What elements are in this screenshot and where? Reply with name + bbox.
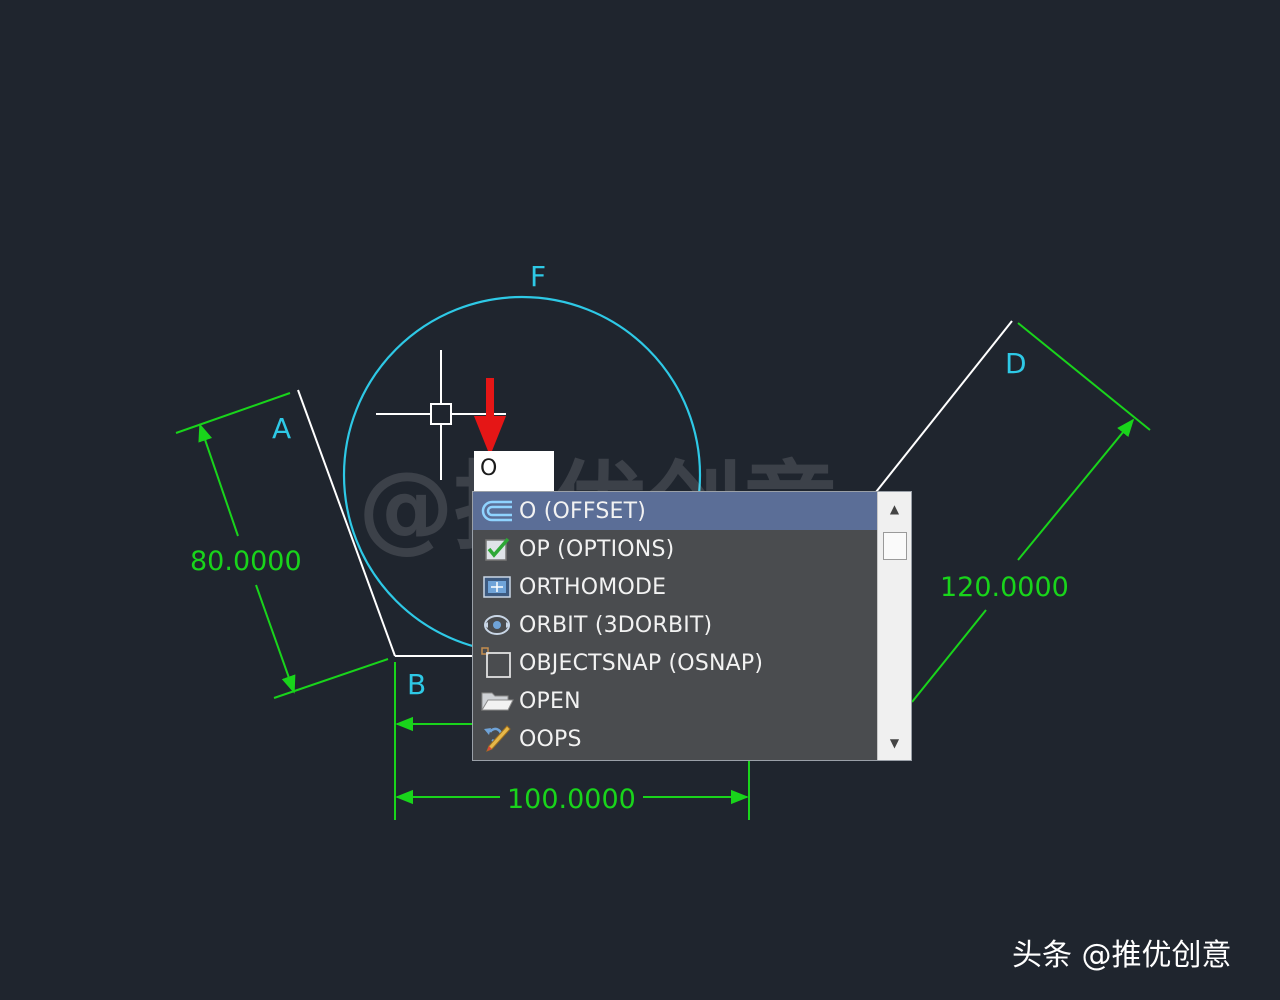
- autocomplete-list: O (OFFSET) OP (OPTIONS) ORTHOMODE ORBIT …: [473, 492, 877, 758]
- dropdown-scrollbar[interactable]: ▲ ▼: [877, 492, 911, 760]
- autocomplete-dropdown[interactable]: O (OFFSET) OP (OPTIONS) ORTHOMODE ORBIT …: [472, 491, 912, 761]
- autocomplete-item-oops[interactable]: OOPS: [473, 720, 877, 758]
- dimension-b-text: 100.0000: [507, 784, 636, 815]
- orthomode-icon: [479, 572, 515, 602]
- autocomplete-item-orthomode[interactable]: ORTHOMODE: [473, 568, 877, 606]
- red-arrow-icon: [474, 378, 506, 456]
- autocomplete-item-offset[interactable]: O (OFFSET): [473, 492, 877, 530]
- orbit-icon: [479, 610, 515, 640]
- autocomplete-item-label: OPEN: [519, 688, 581, 714]
- label-d: D: [1005, 347, 1027, 380]
- autocomplete-item-label: OOPS: [519, 726, 582, 752]
- scroll-thumb[interactable]: [883, 532, 907, 560]
- autocomplete-item-label: OBJECTSNAP (OSNAP): [519, 650, 764, 676]
- footer-watermark: 头条 @推优创意: [1012, 938, 1232, 973]
- autocomplete-item-orbit[interactable]: ORBIT (3DORBIT): [473, 606, 877, 644]
- open-folder-icon: [479, 686, 515, 716]
- label-b: B: [407, 668, 426, 701]
- oops-icon: [479, 724, 515, 754]
- label-f: F: [530, 260, 546, 293]
- scroll-down-icon[interactable]: ▼: [878, 732, 911, 754]
- autocomplete-item-label: OP (OPTIONS): [519, 536, 675, 562]
- dimension-a-text: 80.0000: [190, 546, 302, 577]
- autocomplete-item-open[interactable]: OPEN: [473, 682, 877, 720]
- autocomplete-item-objectsnap[interactable]: OBJECTSNAP (OSNAP): [473, 644, 877, 682]
- command-input[interactable]: O: [474, 451, 554, 491]
- scroll-up-icon[interactable]: ▲: [878, 498, 911, 520]
- dimension-d: [911, 322, 1151, 703]
- autocomplete-item-label: O (OFFSET): [519, 498, 647, 524]
- autocomplete-item-label: ORBIT (3DORBIT): [519, 612, 713, 638]
- objectsnap-icon: [479, 647, 515, 678]
- options-check-icon: [479, 534, 515, 564]
- offset-icon: [479, 496, 515, 526]
- autocomplete-item-label: ORTHOMODE: [519, 574, 667, 600]
- autocomplete-item-options[interactable]: OP (OPTIONS): [473, 530, 877, 568]
- label-a: A: [272, 412, 291, 445]
- dimension-d-text: 120.0000: [940, 572, 1069, 603]
